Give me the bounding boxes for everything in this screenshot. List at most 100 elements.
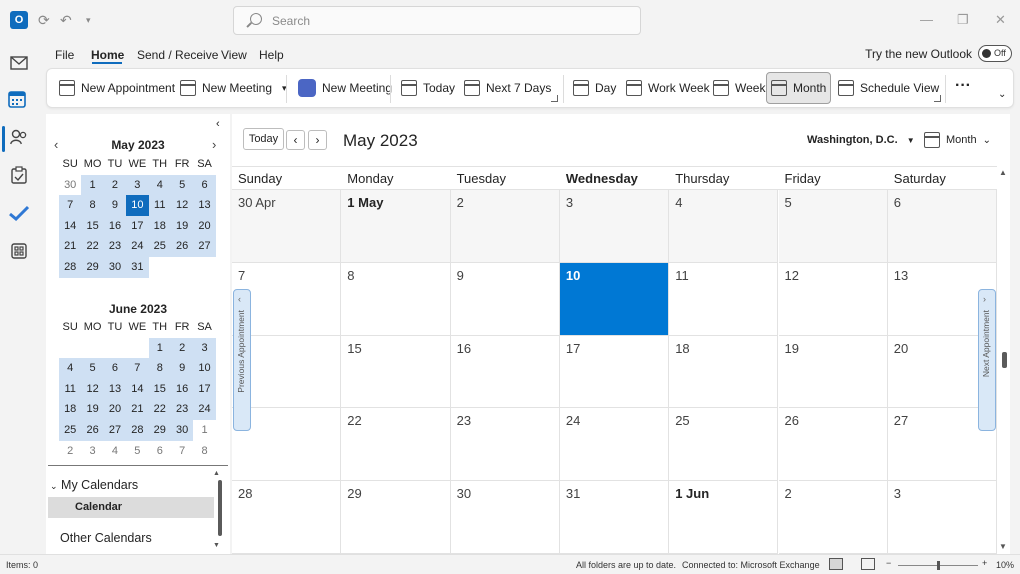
mini-date-cell[interactable]: 18 xyxy=(148,215,171,237)
mini-date-cell[interactable]: 24 xyxy=(193,399,216,420)
mini-date-cell[interactable]: 2 xyxy=(103,174,127,196)
mini-date-cell[interactable]: 9 xyxy=(103,195,127,216)
day-cell[interactable]: 30 xyxy=(450,481,560,554)
day-cell[interactable]: 3 xyxy=(559,190,670,263)
mini-date-cell[interactable]: 21 xyxy=(59,236,82,257)
mini-date-cell[interactable]: 23 xyxy=(170,399,194,420)
mini-date-cell[interactable]: 29 xyxy=(148,419,171,441)
mini-date-cell[interactable]: 6 xyxy=(103,358,127,379)
mini-date-cell[interactable]: 30 xyxy=(59,175,81,196)
menu-send-receive[interactable]: Send / Receive xyxy=(137,48,218,62)
day-cell[interactable]: 26 xyxy=(778,408,888,482)
calendar-icon[interactable] xyxy=(6,88,28,110)
mini-date-cell[interactable]: 13 xyxy=(193,195,216,216)
mini-date-cell[interactable]: 6 xyxy=(149,441,171,462)
day-cell[interactable]: 22 xyxy=(341,408,451,482)
mini-date-cell[interactable]: 5 xyxy=(126,441,148,462)
scroll-up-icon[interactable]: ▲ xyxy=(999,168,1007,177)
mini-date-cell[interactable]: 3 xyxy=(126,174,149,196)
mini-date-cell[interactable]: 4 xyxy=(104,441,126,462)
nav-scroll-up-icon[interactable]: ▲ xyxy=(213,470,220,477)
mini-date-cell[interactable]: 17 xyxy=(193,378,216,400)
mini-date-cell[interactable]: 10 xyxy=(126,195,149,216)
calendar-folder-item[interactable]: Calendar xyxy=(48,497,214,518)
day-cell[interactable]: 29 xyxy=(341,481,451,554)
mini-date-cell[interactable]: 17 xyxy=(126,215,149,237)
prev-month-button[interactable]: ‹ xyxy=(286,130,305,150)
day-view-button[interactable]: Day xyxy=(569,72,620,104)
next-appointment-tab[interactable]: › Next Appointment xyxy=(978,289,996,431)
mini-date-cell[interactable]: 30 xyxy=(170,419,194,441)
mini-date-cell[interactable]: 27 xyxy=(193,236,216,257)
scroll-down-icon[interactable]: ▼ xyxy=(999,542,1007,551)
mini-date-cell[interactable]: 12 xyxy=(81,378,104,400)
day-cell[interactable]: 18 xyxy=(669,335,779,409)
day-cell[interactable]: 1 Jun xyxy=(669,481,779,554)
normal-view-icon[interactable] xyxy=(829,558,843,570)
day-cell-today[interactable]: 10 xyxy=(559,262,670,336)
mini-date-cell[interactable]: 24 xyxy=(126,236,149,257)
mini-date-cell[interactable]: 22 xyxy=(148,399,171,420)
today-view-button[interactable]: Today xyxy=(397,72,459,104)
mini-date-cell[interactable]: 8 xyxy=(193,441,215,462)
mini-date-cell[interactable]: 4 xyxy=(148,174,171,196)
mini-date-cell[interactable]: 16 xyxy=(170,378,194,400)
mini-date-cell[interactable]: 7 xyxy=(126,358,149,379)
week-view-button[interactable]: Week xyxy=(709,72,769,104)
todo-check-icon[interactable] xyxy=(8,202,30,224)
mini-date-cell[interactable]: 15 xyxy=(81,215,104,237)
reading-view-icon[interactable] xyxy=(861,558,875,570)
mini-next-month-icon[interactable]: › xyxy=(212,137,216,152)
day-cell[interactable]: 3 xyxy=(887,481,998,554)
mini-date-cell[interactable]: 20 xyxy=(103,399,127,420)
month-view-button[interactable]: Month xyxy=(766,72,831,104)
day-cell[interactable]: 19 xyxy=(778,335,888,409)
close-button[interactable]: ✕ xyxy=(995,12,1006,28)
sync-icon[interactable]: ⟳ xyxy=(38,11,50,29)
mini-date-cell[interactable]: 12 xyxy=(170,195,194,216)
day-cell[interactable]: 15 xyxy=(341,335,451,409)
work-week-view-button[interactable]: Work Week xyxy=(622,72,714,104)
weather-location[interactable]: Washington, D.C. ▼ xyxy=(807,134,915,146)
mini-date-cell[interactable]: 16 xyxy=(103,215,127,237)
mini-date-cell[interactable]: 5 xyxy=(81,358,104,379)
try-new-outlook-toggle[interactable]: Off xyxy=(978,45,1012,62)
mail-icon[interactable] xyxy=(8,52,30,74)
mini-date-cell[interactable]: 25 xyxy=(148,236,171,257)
day-cell[interactable]: 4 xyxy=(669,190,779,263)
mini-date-cell[interactable]: 23 xyxy=(103,236,127,257)
mini-date-cell[interactable]: 7 xyxy=(171,441,193,462)
ribbon-expand-chevron-icon[interactable]: ⌄ xyxy=(998,89,1006,100)
today-button[interactable]: Today xyxy=(243,128,284,150)
day-cell[interactable]: 25 xyxy=(669,408,779,482)
nav-scrollbar-thumb[interactable] xyxy=(218,480,222,536)
mini-date-cell[interactable]: 1 xyxy=(193,420,215,441)
mini-date-cell[interactable]: 6 xyxy=(193,174,216,196)
more-commands-icon[interactable]: ··· xyxy=(955,77,971,95)
zoom-in-icon[interactable]: + xyxy=(982,558,987,568)
day-cell[interactable]: 24 xyxy=(559,408,670,482)
mini-date-cell[interactable]: 1 xyxy=(148,337,171,359)
go-to-group-launcher-icon[interactable] xyxy=(551,95,558,102)
menu-file[interactable]: File xyxy=(55,48,74,62)
day-cell[interactable]: 17 xyxy=(559,335,670,409)
day-cell[interactable]: 12 xyxy=(778,262,888,336)
mini-date-cell[interactable]: 10 xyxy=(193,358,216,379)
day-cell[interactable]: 8 xyxy=(341,262,451,336)
search-box[interactable]: Search xyxy=(233,6,641,35)
mini-date-cell[interactable]: 13 xyxy=(103,378,127,400)
mini-date-cell[interactable]: 8 xyxy=(81,195,104,216)
mini-date-cell[interactable]: 19 xyxy=(170,215,194,237)
my-calendars-group[interactable]: ⌄ My Calendars xyxy=(50,478,138,492)
people-icon[interactable] xyxy=(8,126,30,148)
mini-date-cell[interactable]: 19 xyxy=(81,399,104,420)
mini-date-cell[interactable]: 8 xyxy=(148,358,171,379)
mini-date-cell[interactable]: 11 xyxy=(148,195,171,216)
menu-view[interactable]: View xyxy=(221,48,247,62)
menu-help[interactable]: Help xyxy=(259,48,284,62)
day-cell[interactable]: 2 xyxy=(778,481,888,554)
day-cell[interactable]: 16 xyxy=(450,335,560,409)
day-cell[interactable]: 2 xyxy=(450,190,560,263)
nav-scroll-down-icon[interactable]: ▼ xyxy=(213,542,220,549)
calendar-scrollbar[interactable]: ▲ ▼ xyxy=(998,166,1010,554)
